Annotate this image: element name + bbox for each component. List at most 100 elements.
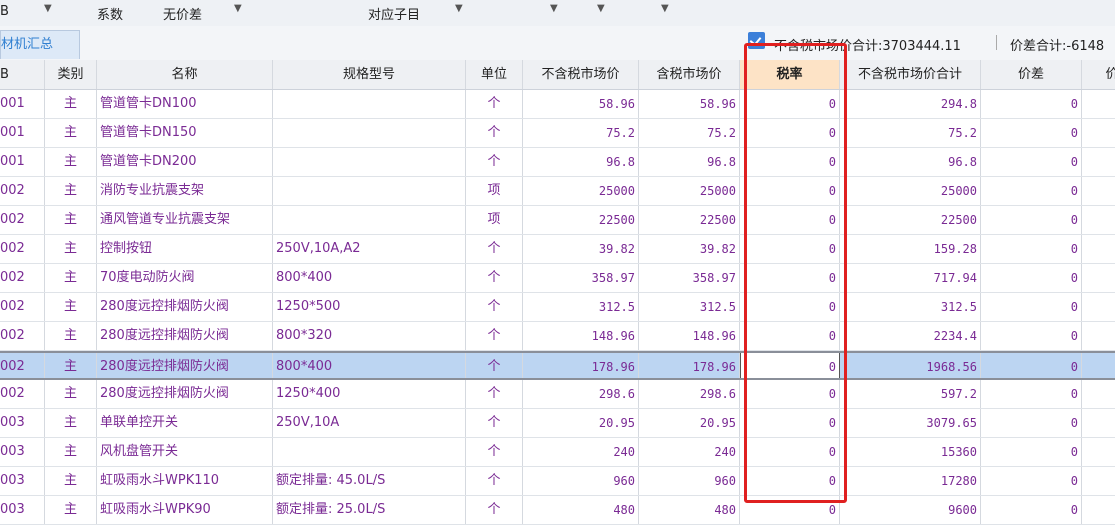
checkbox-icon[interactable]	[748, 32, 765, 49]
cell-total-excl-tax[interactable]: 17280	[840, 467, 981, 495]
cell-name[interactable]: 通风管道专业抗震支架	[97, 206, 273, 234]
cell-extra[interactable]	[1082, 148, 1115, 176]
cell-category[interactable]: 主	[45, 264, 97, 292]
cell-tax-rate[interactable]: 0	[740, 438, 840, 466]
cell-spec[interactable]	[273, 90, 466, 118]
cell-category[interactable]: 主	[45, 409, 97, 437]
cell-spec[interactable]	[273, 177, 466, 205]
cell-price-diff[interactable]: 0	[981, 119, 1082, 147]
cell-spec[interactable]: 800*400	[273, 264, 466, 292]
cell-price-incl-tax[interactable]: 298.6	[639, 380, 740, 408]
cell-price-diff[interactable]: 0	[981, 90, 1082, 118]
cell-unit[interactable]: 个	[466, 438, 523, 466]
cell-spec[interactable]: 额定排量: 25.0L/S	[273, 496, 466, 524]
cell-total-excl-tax[interactable]: 294.8	[840, 90, 981, 118]
cell-price-incl-tax[interactable]: 75.2	[639, 119, 740, 147]
header-total-excl-tax[interactable]: 不含税市场价合计	[840, 60, 981, 89]
cell-total-excl-tax[interactable]: 22500	[840, 206, 981, 234]
cell-name[interactable]: 70度电动防火阀	[97, 264, 273, 292]
cell-code[interactable]: 002	[0, 206, 45, 234]
cell-price-incl-tax[interactable]: 240	[639, 438, 740, 466]
cell-name[interactable]: 280度远控排烟防火阀	[97, 353, 273, 378]
table-row[interactable]: 002 主消防专业抗震支架项 25000 25000 0 25000 0	[0, 177, 1115, 206]
cell-total-excl-tax[interactable]: 2234.4	[840, 322, 981, 350]
cell-spec[interactable]	[273, 119, 466, 147]
cell-price-excl-tax[interactable]: 358.97	[523, 264, 639, 292]
cell-unit[interactable]: 个	[466, 353, 523, 378]
cell-price-excl-tax[interactable]: 96.8	[523, 148, 639, 176]
table-row[interactable]: 003 主风机盘管开关个 240 240 0 15360 0	[0, 438, 1115, 467]
cell-category[interactable]: 主	[45, 322, 97, 350]
cell-price-diff[interactable]: 0	[981, 409, 1082, 437]
cell-name[interactable]: 消防专业抗震支架	[97, 177, 273, 205]
cell-price-incl-tax[interactable]: 96.8	[639, 148, 740, 176]
cell-name[interactable]: 虹吸雨水斗WPK110	[97, 467, 273, 495]
cell-name[interactable]: 管道管卡DN150	[97, 119, 273, 147]
cell-price-excl-tax[interactable]: 960	[523, 467, 639, 495]
cell-tax-rate[interactable]: 0	[740, 409, 840, 437]
cell-spec[interactable]	[273, 148, 466, 176]
cell-price-excl-tax[interactable]: 58.96	[523, 90, 639, 118]
header-category[interactable]: 类别	[45, 60, 97, 89]
cell-price-excl-tax[interactable]: 480	[523, 496, 639, 524]
cell-price-excl-tax[interactable]: 20.95	[523, 409, 639, 437]
cell-unit[interactable]: 项	[466, 177, 523, 205]
cell-price-incl-tax[interactable]: 960	[639, 467, 740, 495]
cell-category[interactable]: 主	[45, 148, 97, 176]
cell-extra[interactable]	[1082, 496, 1115, 524]
cell-price-excl-tax[interactable]: 25000	[523, 177, 639, 205]
cell-spec[interactable]	[273, 438, 466, 466]
cell-price-diff[interactable]: 0	[981, 438, 1082, 466]
cell-extra[interactable]	[1082, 438, 1115, 466]
header-extra[interactable]: 价	[1082, 60, 1115, 89]
cell-price-diff[interactable]: 0	[981, 264, 1082, 292]
chevron-down-icon[interactable]: ▼	[234, 3, 242, 14]
sub-item-filter[interactable]: 对应子目	[368, 4, 420, 23]
cell-extra[interactable]	[1082, 177, 1115, 205]
table-row[interactable]: 003 主虹吸雨水斗WPK110 额定排量: 45.0L/S 个 960 960 0 1728…	[0, 467, 1115, 496]
cell-unit[interactable]: 个	[466, 380, 523, 408]
cell-extra[interactable]	[1082, 322, 1115, 350]
cell-price-diff[interactable]: 0	[981, 148, 1082, 176]
cell-code[interactable]: 003	[0, 496, 45, 524]
cell-price-diff[interactable]: 0	[981, 293, 1082, 321]
cell-unit[interactable]: 个	[466, 264, 523, 292]
chevron-down-icon[interactable]: ▼	[597, 3, 605, 14]
cell-total-excl-tax[interactable]: 717.94	[840, 264, 981, 292]
cell-tax-rate[interactable]: 0	[740, 90, 840, 118]
cell-code[interactable]: 003	[0, 438, 45, 466]
table-row[interactable]: 002 主 280度远控排烟防火阀 1250*500 个 312.5 312.5 0 312.5…	[0, 293, 1115, 322]
table-row[interactable]: 002 主 280度远控排烟防火阀 800*400 个 178.96 178.96 0 1968…	[0, 351, 1115, 380]
cell-tax-rate[interactable]: 0	[740, 293, 840, 321]
cell-total-excl-tax[interactable]: 75.2	[840, 119, 981, 147]
cell-unit[interactable]: 个	[466, 322, 523, 350]
cell-tax-rate[interactable]: 0	[740, 177, 840, 205]
header-price-excl-tax[interactable]: 不含税市场价	[523, 60, 639, 89]
cell-unit[interactable]: 项	[466, 206, 523, 234]
header-tax-rate[interactable]: 税率	[740, 60, 840, 89]
cell-unit[interactable]: 个	[466, 119, 523, 147]
cell-total-excl-tax[interactable]: 3079.65	[840, 409, 981, 437]
cell-extra[interactable]	[1082, 353, 1115, 378]
cell-total-excl-tax[interactable]: 96.8	[840, 148, 981, 176]
header-name[interactable]: 名称	[97, 60, 273, 89]
cell-category[interactable]: 主	[45, 380, 97, 408]
cell-tax-rate[interactable]: 0	[740, 496, 840, 524]
cell-total-excl-tax[interactable]: 159.28	[840, 235, 981, 263]
cell-price-incl-tax[interactable]: 25000	[639, 177, 740, 205]
cell-price-incl-tax[interactable]: 178.96	[639, 353, 740, 378]
cell-name[interactable]: 280度远控排烟防火阀	[97, 322, 273, 350]
cell-spec[interactable]: 800*400	[273, 353, 466, 378]
cell-unit[interactable]: 个	[466, 293, 523, 321]
cell-price-incl-tax[interactable]: 148.96	[639, 322, 740, 350]
cell-price-diff[interactable]: 0	[981, 353, 1082, 378]
table-row[interactable]: 001 主管道管卡DN200 个 96.8 96.8 0 96.8 0	[0, 148, 1115, 177]
cell-price-excl-tax[interactable]: 298.6	[523, 380, 639, 408]
cell-price-diff[interactable]: 0	[981, 177, 1082, 205]
cell-price-excl-tax[interactable]: 312.5	[523, 293, 639, 321]
cell-price-diff[interactable]: 0	[981, 235, 1082, 263]
table-row[interactable]: 003 主单联单控开关 250V,10A 个 20.95 20.95 0 3079.65 0	[0, 409, 1115, 438]
cell-tax-rate[interactable]: 0	[740, 235, 840, 263]
cell-spec[interactable]: 1250*500	[273, 293, 466, 321]
cell-price-diff[interactable]: 0	[981, 496, 1082, 524]
